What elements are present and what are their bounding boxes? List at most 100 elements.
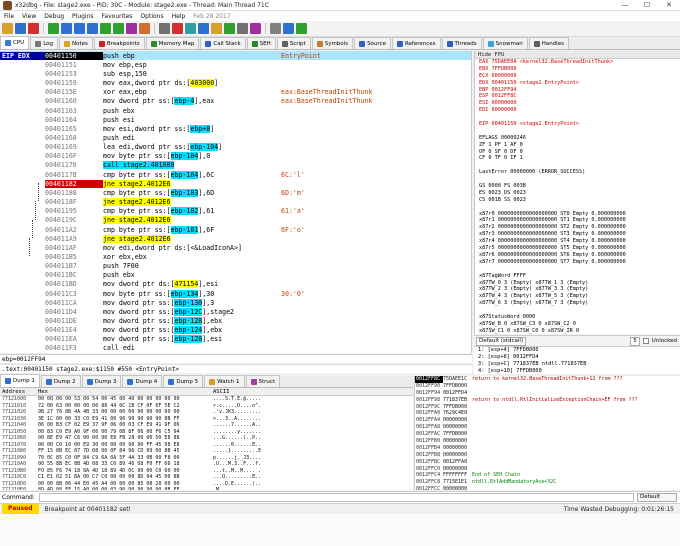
tab-breakpoints[interactable]: Breakpoints (93, 37, 145, 49)
tab-cpu[interactable]: CPU (0, 36, 30, 49)
disasm-address[interactable]: 00401169 (45, 143, 103, 151)
pause-icon[interactable] (61, 23, 72, 34)
labels-icon[interactable] (198, 23, 209, 34)
menu-plugins[interactable]: Plugins (68, 13, 98, 20)
disasm-address[interactable]: 004011CA (45, 299, 103, 307)
disasm-row[interactable]: EIP EDX 00401150 push ebp EntryPoint (0, 51, 471, 61)
call-convention-select[interactable]: Default (stdcall) (476, 336, 527, 346)
unlocked-checkbox-icon[interactable] (642, 338, 649, 344)
disasm-row[interactable]: 00401188 cmp byte ptr ss:[ebp-103],6D 6D:'… (0, 188, 471, 197)
disasm-address[interactable]: 00401160 (45, 97, 103, 105)
register-line[interactable]: EAX 75DAEE0A <kernel32.BaseThreadInitThu… (475, 59, 680, 66)
register-line[interactable] (475, 114, 680, 121)
disasm-row[interactable]: 00401160 mov dword ptr ss:[ebp-4],eax eax:… (0, 97, 471, 106)
disasm-row[interactable]: 004011A9 jne stage2.4012E6 (0, 234, 471, 243)
disasm-row[interactable]: 004011A2 cmp byte ptr ss:[ebp-101],6F 6F:'… (0, 225, 471, 234)
command-mode-select[interactable]: Default (637, 493, 677, 502)
register-line[interactable]: x87StatusWord 0000 (475, 314, 680, 321)
disasm-address[interactable]: 004011AF (45, 244, 103, 252)
menu-view[interactable]: View (18, 13, 40, 20)
command-input[interactable] (38, 493, 634, 502)
disasm-row[interactable]: 0040115E xor eax,ebp eax:BaseThreadInitThu… (0, 88, 471, 97)
close-window-button[interactable]: ✕ (658, 0, 680, 11)
register-line[interactable]: ZF 1 PF 1 AF 0 (475, 142, 680, 149)
dump-tab-dump-1[interactable]: Dump 1 (0, 374, 40, 387)
call-argument[interactable]: 2: [esp+8] 0012FFD4 (474, 354, 680, 361)
tab-threads[interactable]: Threads (441, 37, 482, 49)
register-line[interactable] (475, 266, 680, 273)
dump-col-ascii[interactable]: ASCII (213, 388, 413, 395)
register-line[interactable]: EDI 00000000 (475, 107, 680, 114)
disasm-row[interactable]: 004011AF mov edi,dword ptr ds:[<&LoadIcon… (0, 243, 471, 252)
execute-till-user-icon[interactable] (139, 23, 150, 34)
minimize-button[interactable]: — (614, 0, 636, 11)
register-line[interactable]: x87r6 0000000000000000000 ST6 Empty 0.00… (475, 252, 680, 259)
hide-fpu-toggle[interactable]: Hide FPU (475, 51, 680, 59)
menu-file[interactable]: File (0, 13, 18, 20)
disasm-address[interactable]: 004011E4 (45, 326, 103, 334)
register-line[interactable]: x87TW_6 3 (Empty) x87TW_7 3 (Empty) (475, 300, 680, 307)
disassembly-view[interactable]: EIP EDX 00401150 push ebp EntryPoint 0040115… (0, 51, 472, 353)
disasm-address[interactable]: 004011B5 (45, 253, 103, 261)
disasm-address[interactable]: 00401150 (45, 51, 103, 60)
tab-script[interactable]: Script (276, 37, 311, 49)
disasm-row[interactable]: 00401164 push esi (0, 115, 471, 124)
register-line[interactable] (475, 176, 680, 183)
register-line[interactable]: OF 0 SF 0 DF 0 (475, 149, 680, 156)
settings-icon[interactable] (270, 23, 281, 34)
strings-icon[interactable] (237, 23, 248, 34)
scylla-icon[interactable] (159, 23, 170, 34)
restart-icon[interactable] (15, 23, 26, 34)
disasm-row[interactable]: 004011B5 xor ebx,ebx (0, 252, 471, 261)
disasm-address[interactable]: 004011C3 (45, 290, 103, 298)
disasm-address[interactable]: 0040115E (45, 88, 103, 96)
disasm-row[interactable]: 00401159 mov eax,dword ptr ds:[403000] (0, 78, 471, 88)
tab-symbols[interactable]: Symbols (311, 37, 354, 49)
tab-call-stack[interactable]: Call Stack (200, 37, 246, 49)
disasm-row[interactable]: 0040118F jne stage2.4012E6 (0, 197, 471, 207)
tab-memory-map[interactable]: Memory Map (145, 37, 200, 49)
dump-tab-struct[interactable]: Struct (245, 375, 281, 387)
disasm-address[interactable]: 00401163 (45, 107, 103, 115)
stack-row[interactable]: 0012FFB4 00000000 (415, 445, 680, 452)
register-line[interactable]: EDX 00401150 <stage2.EntryPoint> (475, 80, 680, 87)
disasm-address[interactable]: 004011A9 (45, 235, 103, 243)
disasm-address[interactable]: 00401195 (45, 207, 103, 215)
stack-row[interactable]: 0012FF8C 75DAEE1C return to kernel32.BaseT… (415, 376, 680, 383)
trace-into-icon[interactable] (100, 23, 111, 34)
register-line[interactable]: x87r0 0000000000000000000 ST0 Empty 0.00… (475, 211, 680, 218)
disasm-address[interactable]: 00401159 (45, 79, 103, 87)
stack-row[interactable]: 0012FFC0 00000000 (415, 466, 680, 473)
stack-row[interactable]: 0012FF98 771837EB return to ntdll.RtlIniti… (415, 397, 680, 404)
disasm-row[interactable]: 00401182 jne stage2.4012E6 (0, 179, 471, 188)
trace-over-icon[interactable] (113, 23, 124, 34)
disasm-row[interactable]: 004011EA mov dword ptr ss:[ebp-120],esi (0, 335, 471, 344)
register-line[interactable]: ESI 00000000 (475, 100, 680, 107)
disasm-address[interactable]: 00401176 (45, 161, 103, 169)
disasm-address[interactable]: 0040116F (45, 152, 103, 160)
call-argument[interactable]: 4: [esp+10] 7FFDB000 (474, 368, 680, 374)
functions-icon[interactable] (224, 23, 235, 34)
register-line[interactable]: CF 0 TF 0 IF 1 (475, 155, 680, 162)
call-arguments-view[interactable]: 1: [esp+4] 7FFDB000 2: [esp+8] 0012FFD4 3:… (474, 346, 680, 374)
register-line[interactable]: x87TagWord FFFF (475, 273, 680, 280)
disasm-row[interactable]: 0040117B cmp byte ptr ss:[ebp-104],6C 6C:'… (0, 170, 471, 179)
register-line[interactable]: ES 0023 DS 0023 (475, 190, 680, 197)
dump-tab-dump-3[interactable]: Dump 3 (81, 375, 122, 387)
disasm-address[interactable]: 004011D4 (45, 308, 103, 316)
dump-row[interactable]: 771210E0 8D 4D 08 FF 15 A0 00 00 03 90 90… (0, 487, 413, 490)
help-icon[interactable] (296, 23, 307, 34)
disasm-row[interactable]: 004011DE mov dword ptr ss:[ebp-128],ebx (0, 316, 471, 326)
stack-row[interactable]: 0012FFA4 00000000 (415, 417, 680, 424)
disasm-address[interactable]: 00401151 (45, 61, 103, 69)
register-line[interactable]: x87r5 0000000000000000000 ST5 Empty 0.00… (475, 245, 680, 252)
disasm-row[interactable]: 004011F3 call edi (0, 344, 471, 353)
dump-tab-dump-4[interactable]: Dump 4 (122, 375, 163, 387)
breakpoint-address[interactable]: 00401182 (45, 179, 103, 188)
register-line[interactable]: EBP 0012FF94 (475, 87, 680, 94)
register-line[interactable]: x87SW_C1 0 x87SW_C0 0 x87SW_IR 0 (475, 328, 680, 334)
disasm-row[interactable]: 0040116F mov byte ptr ss:[ebp-104],0 (0, 152, 471, 161)
disasm-row[interactable]: 004011C3 mov byte ptr ss:[ebp-134],30 30:'… (0, 289, 471, 298)
dump-tab-watch-1[interactable]: Watch 1 (204, 375, 245, 387)
stack-row[interactable]: 0012FF90 7FFDB000 (415, 383, 680, 390)
